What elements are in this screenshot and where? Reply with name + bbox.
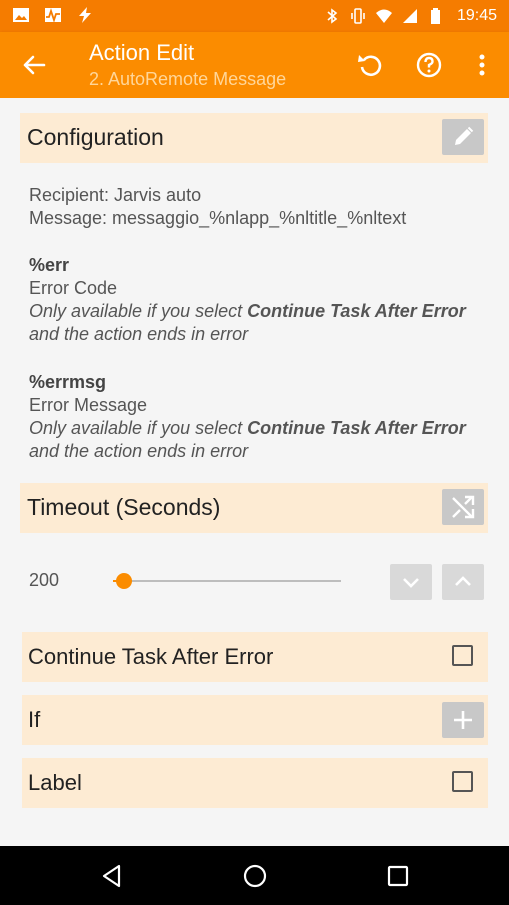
variable-note-suffix: and the action ends in error bbox=[29, 441, 249, 461]
page-subtitle: 2. AutoRemote Message bbox=[89, 69, 287, 89]
variable-description: Error Code bbox=[29, 278, 118, 298]
if-section: If bbox=[22, 695, 488, 745]
overflow-menu-icon[interactable] bbox=[467, 50, 497, 80]
continue-task-checkbox[interactable] bbox=[452, 645, 473, 666]
pencil-icon bbox=[455, 126, 474, 145]
decrease-button[interactable] bbox=[390, 564, 432, 600]
add-condition-button[interactable] bbox=[442, 702, 484, 738]
plus-icon bbox=[454, 711, 472, 729]
status-time: 19:45 bbox=[456, 7, 497, 24]
chevron-down-icon bbox=[403, 578, 419, 588]
status-bar: 19:45 bbox=[0, 0, 509, 32]
variable-description: Error Message bbox=[29, 395, 148, 415]
label-row[interactable]: Label bbox=[22, 758, 488, 808]
battery-icon bbox=[430, 8, 440, 24]
navigation-bar bbox=[0, 846, 509, 905]
activity-icon bbox=[45, 8, 61, 23]
timeout-slider[interactable] bbox=[113, 573, 341, 589]
nav-back-icon[interactable] bbox=[98, 862, 126, 890]
shuffle-icon bbox=[452, 495, 475, 519]
bluetooth-icon bbox=[327, 8, 338, 24]
variable-note-suffix: and the action ends in error bbox=[29, 324, 249, 344]
variable-note: Only available if you select Continue Ta… bbox=[29, 418, 466, 438]
label-checkbox[interactable] bbox=[452, 771, 473, 792]
wifi-icon bbox=[375, 9, 392, 23]
recipient-text: Recipient: Jarvis auto bbox=[29, 185, 202, 205]
configuration-section: Configuration bbox=[20, 113, 488, 163]
variable-name: %err bbox=[29, 255, 70, 275]
timeout-value: 200 bbox=[29, 570, 60, 590]
variable-errmsg: %errmsg Error Message Only available if … bbox=[29, 371, 466, 463]
configuration-summary: Recipient: Jarvis auto Message: messaggi… bbox=[29, 184, 406, 230]
page-title: Action Edit bbox=[89, 40, 195, 65]
if-label: If bbox=[28, 707, 41, 732]
app-bar: Action Edit 2. AutoRemote Message bbox=[0, 32, 509, 98]
nav-home-icon[interactable] bbox=[241, 862, 269, 890]
increase-button[interactable] bbox=[442, 564, 484, 600]
label-label: Label bbox=[28, 770, 82, 795]
timeout-header: Timeout (Seconds) bbox=[27, 494, 221, 520]
continue-task-label: Continue Task After Error bbox=[28, 644, 274, 669]
flash-icon bbox=[79, 7, 91, 23]
variable-toggle-button[interactable] bbox=[442, 489, 484, 525]
slider-thumb[interactable] bbox=[116, 573, 132, 589]
variable-err: %err Error Code Only available if you se… bbox=[29, 254, 466, 346]
image-icon bbox=[13, 8, 29, 22]
chevron-up-icon bbox=[455, 576, 471, 586]
back-icon[interactable] bbox=[20, 51, 48, 79]
continue-task-row[interactable]: Continue Task After Error bbox=[22, 632, 488, 682]
signal-icon bbox=[402, 9, 417, 23]
help-icon[interactable] bbox=[414, 50, 444, 80]
action-edit-content: Configuration Recipient: Jarvis auto Mes… bbox=[0, 98, 509, 846]
undo-icon[interactable] bbox=[355, 50, 385, 80]
message-text: Message: messaggio_%nlapp_%nltitle_%nlte… bbox=[29, 208, 407, 228]
variable-note: Only available if you select Continue Ta… bbox=[29, 301, 466, 321]
nav-recents-icon[interactable] bbox=[384, 862, 412, 890]
timeout-section: Timeout (Seconds) bbox=[20, 483, 488, 533]
variable-name: %errmsg bbox=[29, 372, 107, 392]
vibrate-icon bbox=[351, 8, 365, 24]
edit-configuration-button[interactable] bbox=[442, 119, 484, 155]
configuration-header: Configuration bbox=[27, 124, 164, 150]
